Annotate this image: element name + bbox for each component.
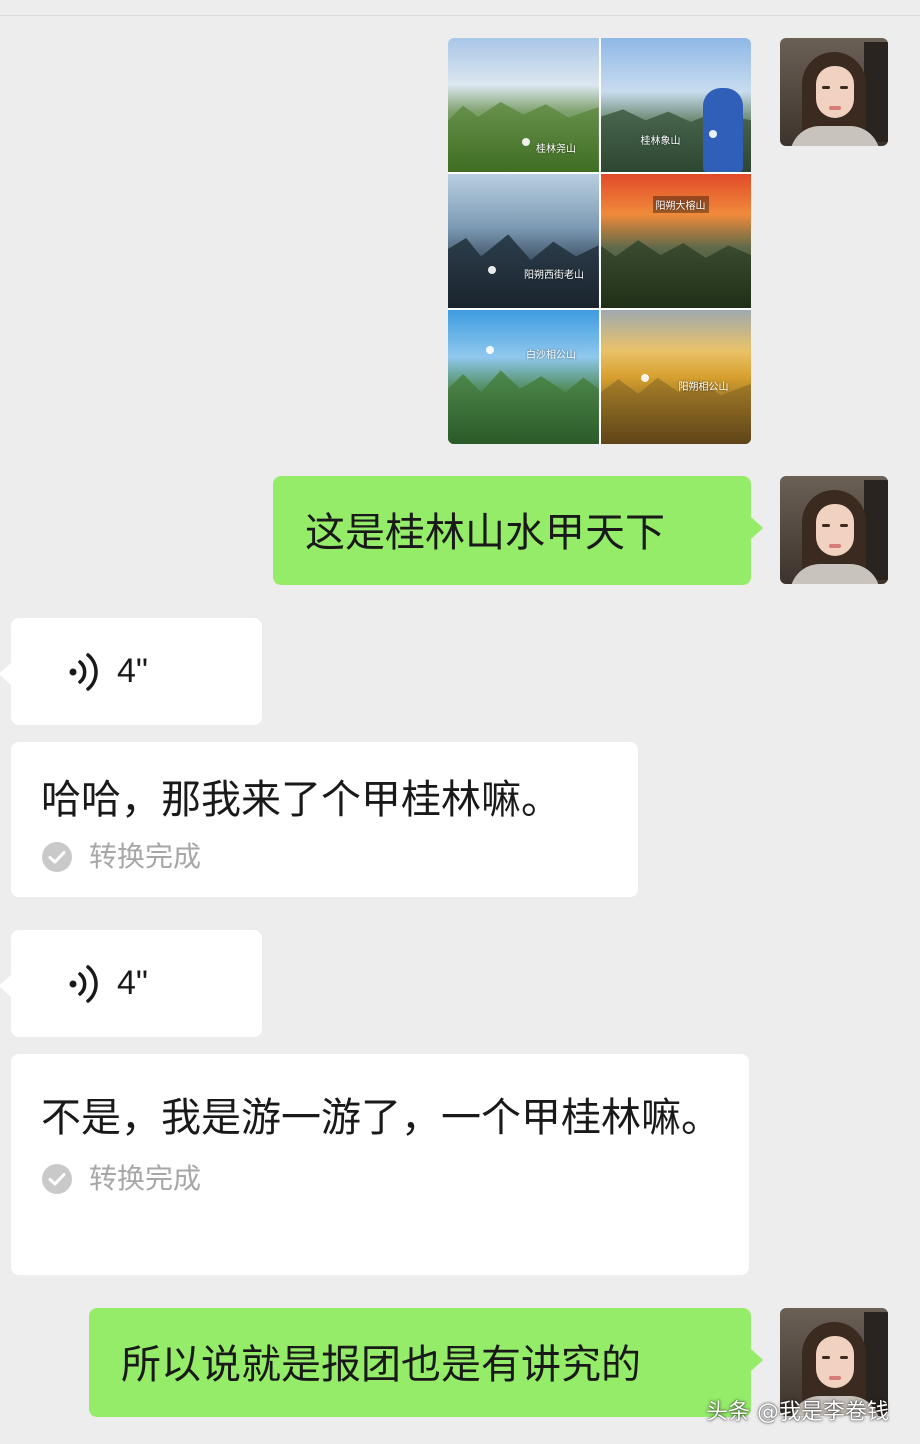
watermark: 头条 @我是李卷钱	[706, 1400, 889, 1425]
sent-text-message[interactable]: 所以说就是报团也是有讲究的	[89, 1308, 763, 1417]
message-text: 这是桂林山水甲天下	[305, 510, 665, 556]
status-label: 转换完成	[89, 1162, 202, 1195]
photo-tile: 阳朔西街老山	[448, 174, 599, 308]
message-text: 所以说就是报团也是有讲究的	[121, 1342, 641, 1388]
sent-text-message[interactable]: 这是桂林山水甲天下	[273, 476, 763, 585]
avatar[interactable]	[780, 38, 888, 146]
photo-tile: 阳朔大榕山	[600, 174, 751, 308]
transcription-status: 转换完成	[41, 836, 638, 878]
voice-duration: 4"	[117, 652, 148, 690]
status-label: 转换完成	[89, 840, 202, 873]
photo-collage-message[interactable]: 桂林尧山 桂林象山 阳朔西街老山 阳朔大榕山 白沙相公山 阳朔相公山	[448, 38, 751, 444]
photo-tile-label: 阳朔西街老山	[524, 270, 584, 281]
voice-message[interactable]: 4"	[0, 930, 262, 1037]
voice-transcription[interactable]: 不是，我是游一游了，一个甲桂林嘛。 转换完成	[11, 1054, 749, 1275]
transcription-status: 转换完成	[41, 1158, 721, 1200]
photo-tile: 桂林象山	[600, 38, 751, 172]
photo-tile-label: 阳朔相公山	[678, 382, 729, 393]
check-circle-icon	[42, 1164, 72, 1194]
photo-tile-label: 桂林尧山	[536, 144, 576, 155]
voice-wave-icon	[67, 964, 101, 1004]
voice-message[interactable]: 4"	[0, 618, 262, 725]
voice-duration: 4"	[117, 964, 148, 1002]
photo-tile-label: 桂林象山	[640, 136, 681, 147]
photo-tile: 阳朔相公山	[600, 310, 751, 444]
check-circle-icon	[42, 842, 72, 872]
photo-tile-label: 阳朔大榕山	[652, 196, 709, 213]
voice-transcription[interactable]: 哈哈，那我来了个甲桂林嘛。 转换完成	[11, 742, 638, 897]
avatar[interactable]	[780, 476, 888, 584]
transcription-text: 不是，我是游一游了，一个甲桂林嘛。	[41, 1095, 721, 1141]
voice-wave-icon	[67, 652, 101, 692]
photo-tile: 桂林尧山	[448, 38, 599, 172]
top-divider	[0, 0, 920, 16]
transcription-text: 哈哈，那我来了个甲桂林嘛。	[41, 777, 561, 823]
photo-tile-label: 白沙相公山	[526, 350, 576, 361]
photo-tile: 白沙相公山	[448, 310, 599, 444]
